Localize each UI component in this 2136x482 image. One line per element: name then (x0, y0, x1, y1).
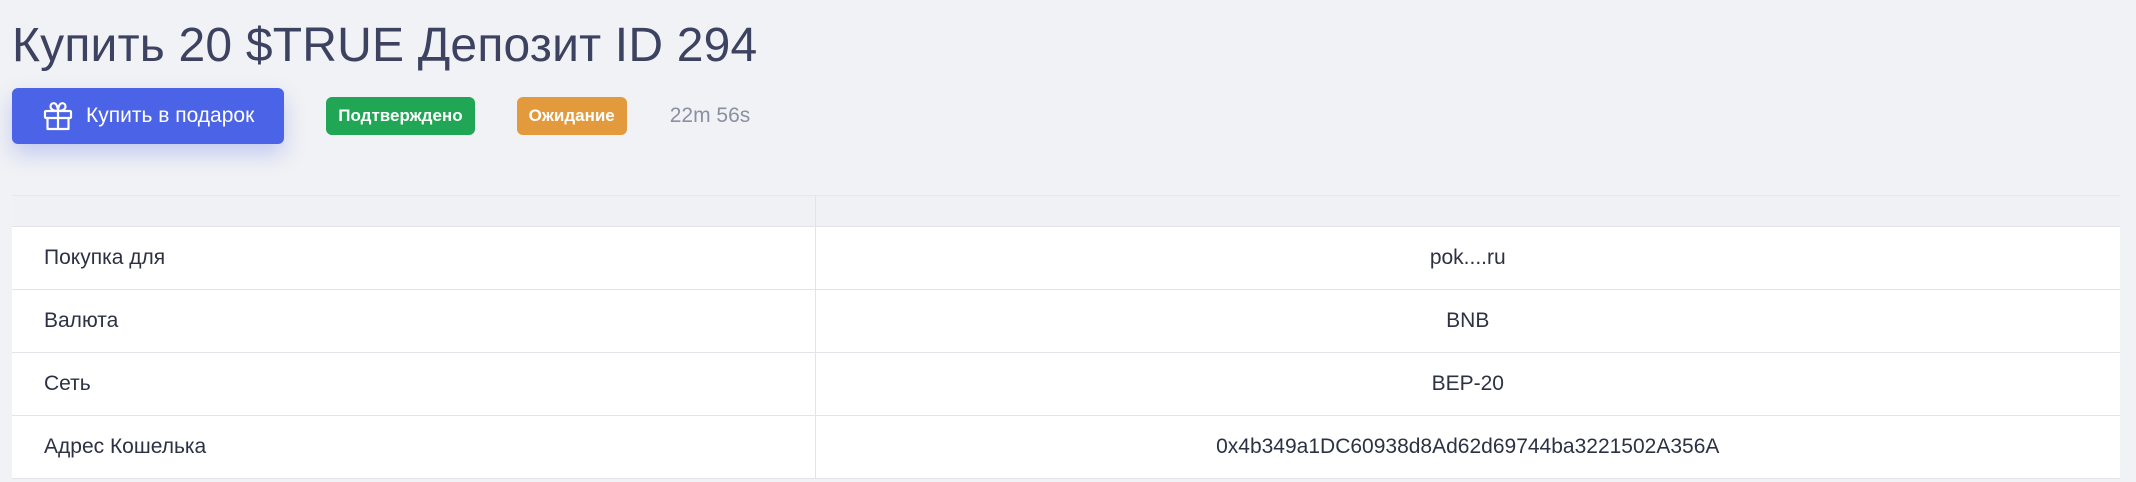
row-label-wallet-address: Адрес Кошелька (12, 415, 815, 479)
status-badge-pending: Ожидание (516, 97, 627, 135)
table-header-row (12, 195, 2120, 227)
table-row: Адрес Кошелька 0x4b349a1DC60938d8Ad62d69… (12, 415, 2120, 479)
page-title: Купить 20 $TRUE Депозит ID 294 (12, 19, 758, 72)
table-row: Покупка для pok....ru (12, 226, 2120, 290)
buy-as-gift-label: Купить в подарок (86, 104, 255, 127)
table-row: Валюта BNB (12, 289, 2120, 353)
status-badge-confirmed: Подтверждено (326, 97, 475, 135)
table-row: Сеть BEP-20 (12, 352, 2120, 416)
table-header-cell (12, 195, 815, 227)
row-label-network: Сеть (12, 352, 815, 416)
countdown-timer: 22m 56s (669, 104, 751, 127)
row-label-currency: Валюта (12, 289, 815, 353)
row-label-purchase-for: Покупка для (12, 226, 815, 290)
table-header-cell (814, 195, 2120, 227)
gift-icon (42, 100, 74, 132)
deposit-details-table: Покупка для pok....ru Валюта BNB Сеть BE… (12, 195, 2120, 479)
row-value-currency: BNB (814, 289, 2120, 353)
deposit-page: Купить 20 $TRUE Депозит ID 294 Купить в … (0, 0, 2136, 482)
row-value-purchase-for: pok....ru (814, 226, 2120, 290)
row-value-network: BEP-20 (814, 352, 2120, 416)
row-value-wallet-address: 0x4b349a1DC60938d8Ad62d69744ba3221502A35… (814, 415, 2120, 479)
buy-as-gift-button[interactable]: Купить в подарок (12, 88, 285, 144)
action-bar: Купить в подарок Подтверждено Ожидание 2… (12, 88, 750, 144)
